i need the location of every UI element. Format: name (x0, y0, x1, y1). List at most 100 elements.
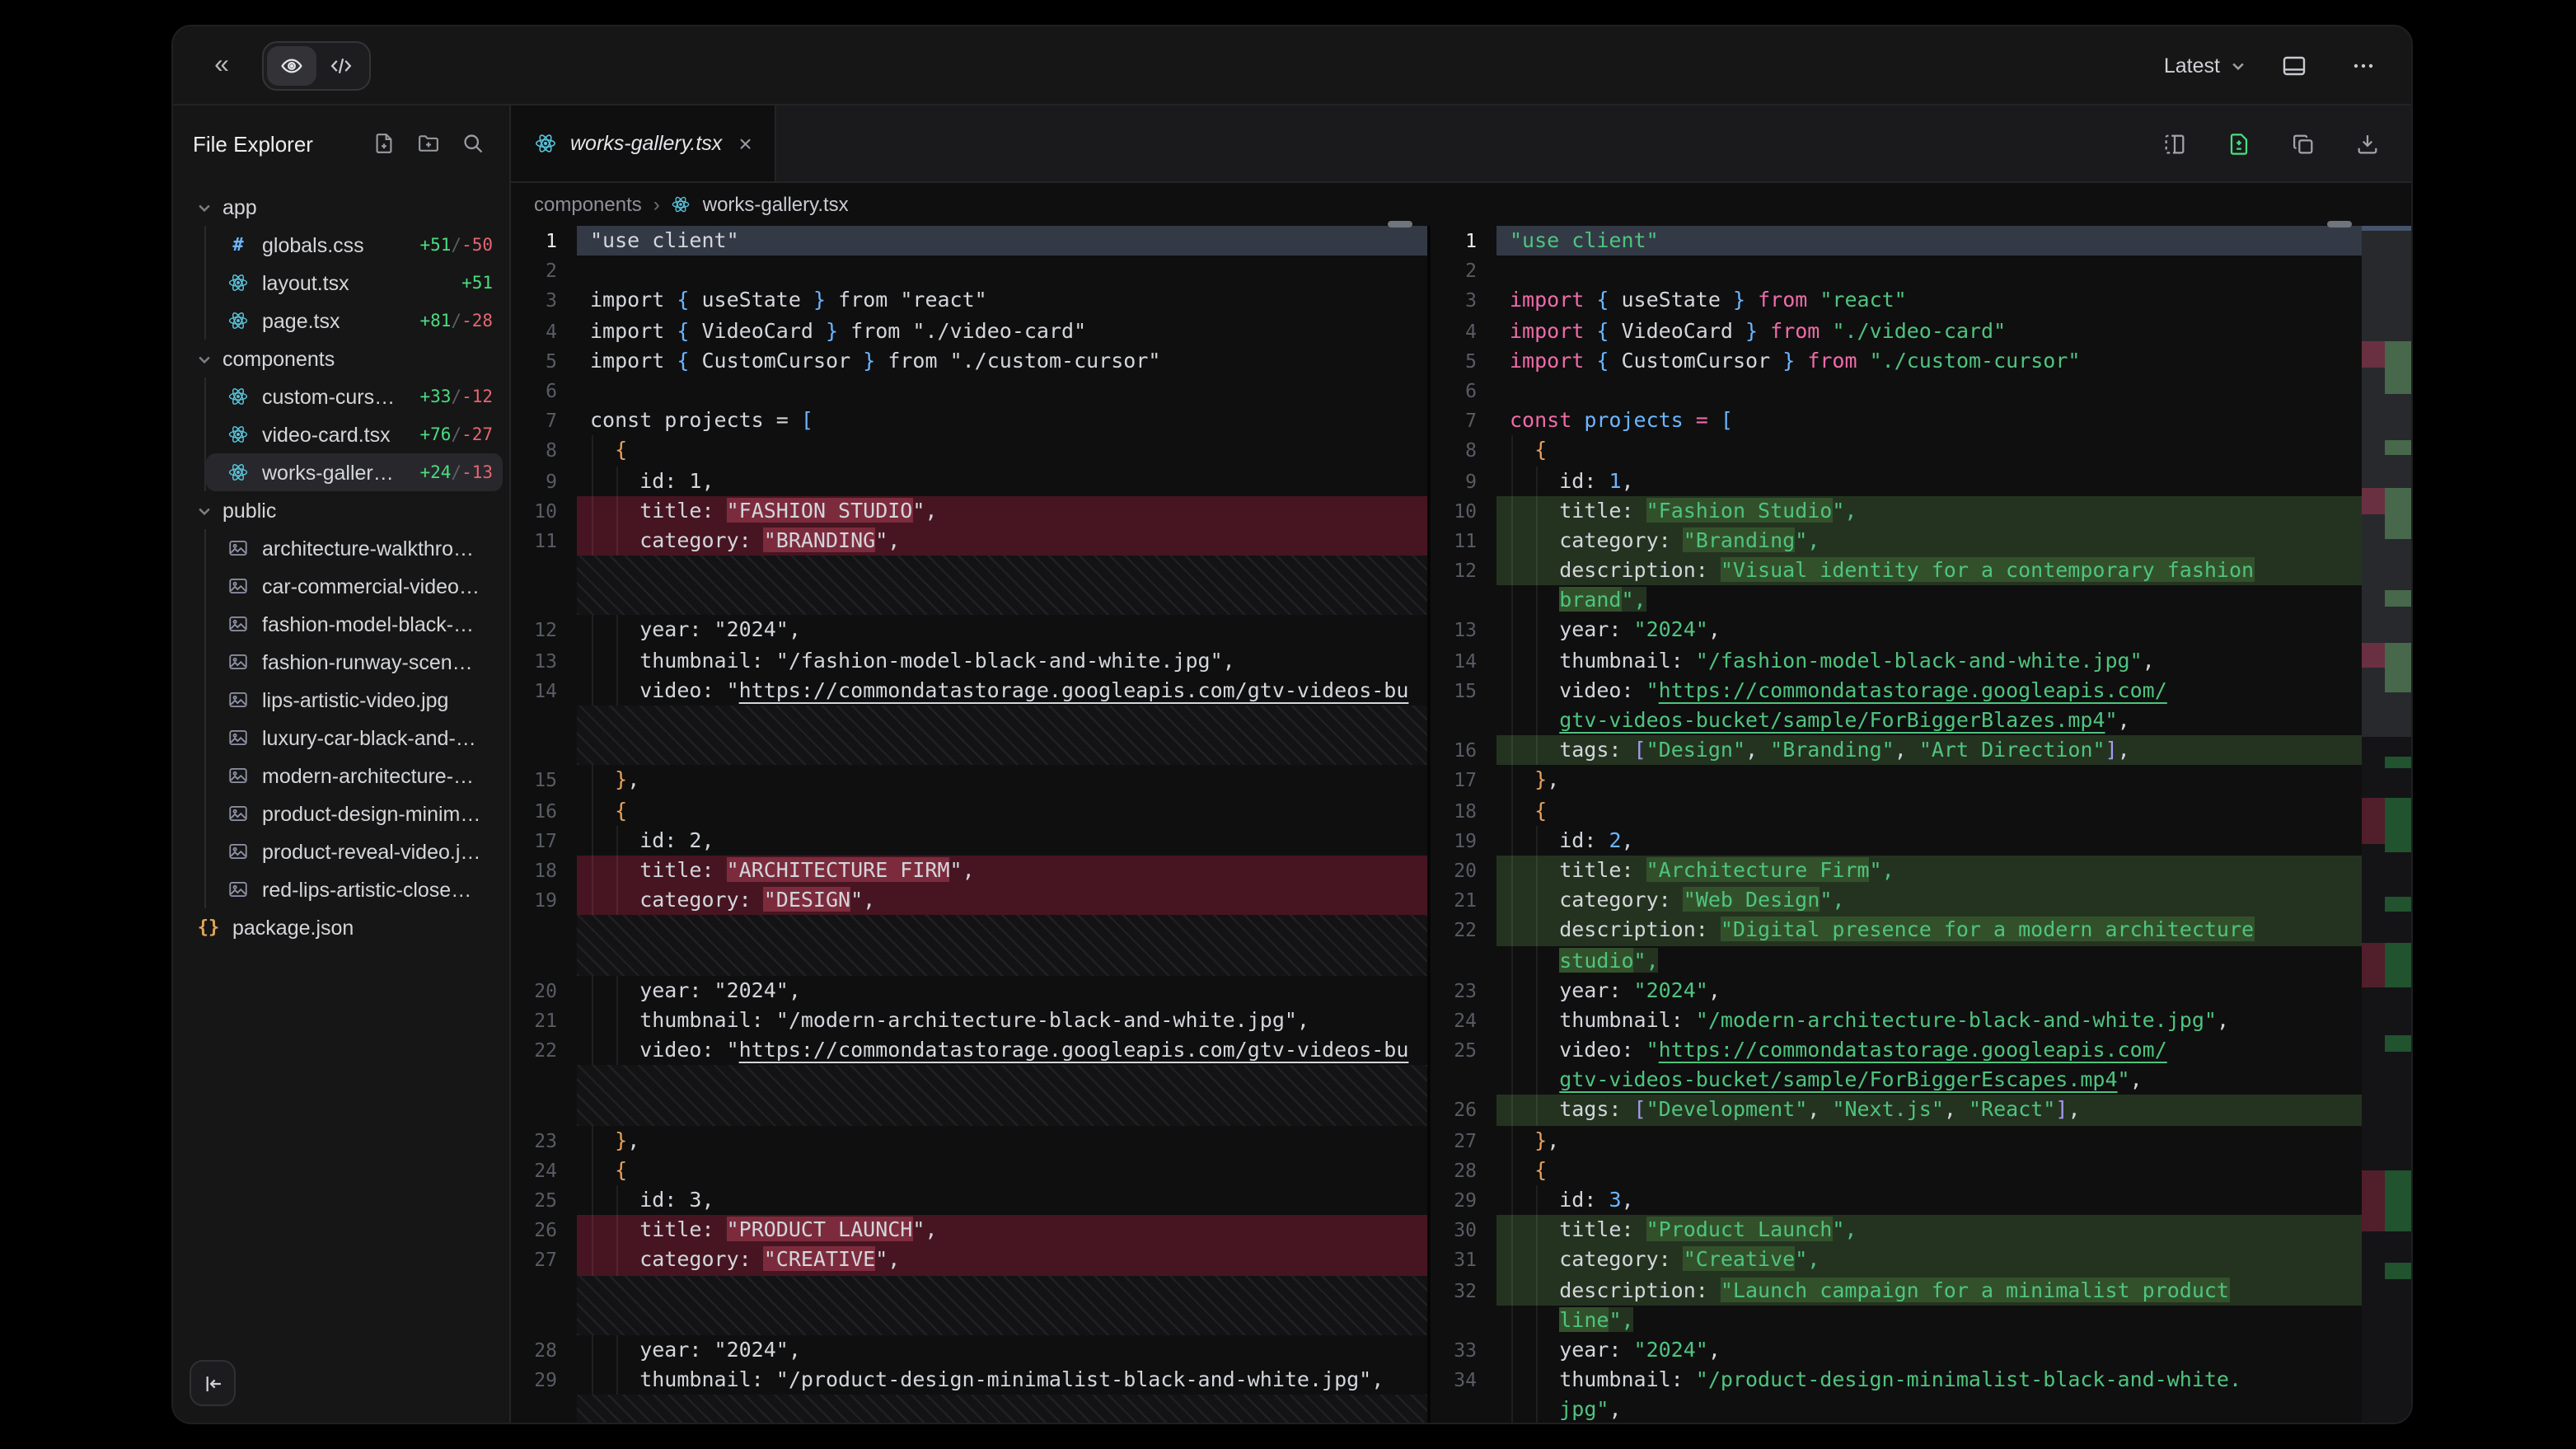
line-content: video: "https://commondatastorage.google… (577, 676, 1427, 706)
diff-pane-modified[interactable]: 1"use client"23import { useState } from … (1431, 226, 2362, 1423)
line-number: 14 (1431, 645, 1496, 675)
react-icon (672, 195, 691, 214)
sidebar-folder-public[interactable]: public (180, 491, 503, 529)
sidebar-folder-app[interactable]: app (180, 188, 503, 226)
code-line: 10 title: "FASHION STUDIO", (511, 495, 1427, 525)
code-line: 20 title: "Architecture Firm", (1431, 856, 2362, 885)
line-number: 27 (1431, 1125, 1496, 1155)
sidebar-folder-components[interactable]: components (180, 340, 503, 377)
line-content: }, (577, 1125, 1427, 1155)
line-content: title: "Fashion Studio", (1496, 495, 2362, 525)
line-content: }, (1496, 766, 2362, 795)
tab-label: works-gallery.tsx (570, 132, 722, 155)
sidebar-file-fashion-model-black-[interactable]: fashion-model-black-… (206, 605, 503, 643)
code-line: gtv-videos-bucket/sample/ForBiggerEscape… (1431, 1066, 2362, 1095)
line-content: import { useState } from "react" (577, 286, 1427, 316)
collapsed-unchanged-region (511, 556, 1427, 616)
line-number (511, 556, 577, 616)
sidebar-file-modern-architecture-[interactable]: modern-architecture-… (206, 757, 503, 795)
code-line: 10 title: "Fashion Studio", (1431, 495, 2362, 525)
line-content: import { CustomCursor } from "./custom-c… (577, 346, 1427, 376)
line-number: 5 (1431, 346, 1496, 376)
download-button[interactable] (2345, 122, 2388, 165)
version-selector[interactable]: Latest (2164, 54, 2246, 77)
line-content: import { useState } from "react" (1496, 286, 2362, 316)
right-pane-scroll-handle[interactable] (2327, 221, 2352, 227)
sidebar-file-works-galler-[interactable]: works-galler…+24/-13 (206, 453, 503, 491)
line-number (511, 1275, 577, 1335)
sidebar-file-lips-artistic-video.jpg[interactable]: lips-artistic-video.jpg (206, 681, 503, 719)
line-number: 26 (1431, 1095, 1496, 1125)
line-content: thumbnail: "/product-design-minimalist-b… (1496, 1365, 2362, 1395)
new-file-button[interactable] (368, 127, 400, 160)
sidebar-file-package.json[interactable]: {}package.json (180, 908, 503, 946)
line-number: 1 (1431, 226, 1496, 256)
code-line: 1"use client" (1431, 226, 2362, 256)
image-file-icon (226, 803, 251, 824)
diff-view: 1"use client"23import { useState } from … (511, 226, 2411, 1423)
line-content: const projects = [ (577, 406, 1427, 435)
ruler-addition-mark (2385, 1263, 2411, 1279)
tab-works-gallery[interactable]: works-gallery.tsx × (511, 106, 777, 181)
line-number: 29 (511, 1365, 577, 1395)
tab-close-icon[interactable]: × (738, 130, 752, 157)
sidebar-file-product-reveal-video.j-[interactable]: product-reveal-video.j… (206, 832, 503, 870)
line-content: description: "Digital presence for a mod… (1496, 916, 2362, 945)
breadcrumb-file[interactable]: works-gallery.tsx (703, 193, 849, 216)
copy-code-button[interactable] (2281, 122, 2324, 165)
view-mode-toggle (262, 40, 371, 90)
collapse-panel-button[interactable]: « (199, 44, 242, 87)
new-folder-button[interactable] (412, 127, 445, 160)
sidebar-file-custom-curs-[interactable]: custom-curs…+33/-12 (206, 377, 503, 415)
diff-pane-original[interactable]: 1"use client"23import { useState } from … (511, 226, 1431, 1423)
code-line: 8 { (1431, 436, 2362, 466)
image-file-icon (226, 689, 251, 710)
search-files-button[interactable] (457, 127, 489, 160)
sidebar-file-layout.tsx[interactable]: layout.tsx+51 (206, 264, 503, 302)
diff-view-button[interactable] (2217, 122, 2260, 165)
code-line: 7const projects = [ (1431, 406, 2362, 435)
code-line: 26 title: "PRODUCT LAUNCH", (511, 1216, 1427, 1245)
code-line: 22 video: "https://commondatastorage.goo… (511, 1035, 1427, 1065)
line-number: 1 (511, 226, 577, 256)
breadcrumb-folder[interactable]: components (534, 193, 642, 216)
line-content: title: "FASHION STUDIO", (577, 495, 1427, 525)
line-content: id: 3, (1496, 1185, 2362, 1215)
ruler-addition-mark (2385, 1170, 2411, 1231)
file-label: public (222, 499, 493, 522)
line-number (1431, 1395, 1496, 1423)
file-label: fashion-runway-scen… (262, 650, 493, 673)
left-pane-scroll-handle[interactable] (1388, 221, 1412, 227)
split-view-button[interactable] (2152, 122, 2195, 165)
sidebar-file-video-card.tsx[interactable]: video-card.tsx+76/-27 (206, 415, 503, 453)
ruler-addition-mark (2385, 798, 2411, 852)
file-label: components (222, 347, 493, 370)
preview-toggle-button[interactable] (267, 45, 316, 85)
line-content (577, 376, 1427, 406)
sidebar-file-architecture-walkthro-[interactable]: architecture-walkthro… (206, 529, 503, 567)
sidebar-file-car-commercial-video-[interactable]: car-commercial-video… (206, 567, 503, 605)
ruler-addition-mark (2385, 341, 2411, 394)
layout-panel-button[interactable] (2273, 44, 2316, 87)
code-line: 19 id: 2, (1431, 826, 2362, 856)
line-content: thumbnail: "/modern-architecture-black-a… (1496, 1006, 2362, 1035)
react-file-icon (226, 386, 251, 407)
sidebar-file-product-design-minim-[interactable]: product-design-minim… (206, 795, 503, 832)
sidebar-file-luxury-car-black-and-[interactable]: luxury-car-black-and-… (206, 719, 503, 757)
file-label: works-galler… (262, 461, 410, 484)
line-content: import { CustomCursor } from "./custom-c… (1496, 346, 2362, 376)
chevron-down-icon (196, 502, 213, 518)
collapse-sidebar-button[interactable] (190, 1360, 236, 1406)
more-options-button[interactable] (2342, 44, 2385, 87)
breadcrumb: components › works-gallery.tsx (511, 183, 2411, 226)
sidebar-file-globals.css[interactable]: #globals.css+51/-50 (206, 226, 503, 264)
line-content: thumbnail: "/fashion-model-black-and-whi… (1496, 645, 2362, 675)
code-toggle-button[interactable] (316, 45, 366, 85)
sidebar-file-red-lips-artistic-close-[interactable]: red-lips-artistic-close… (206, 870, 503, 908)
line-content: category: "Creative", (1496, 1245, 2362, 1275)
ruler-deletion-mark (2362, 643, 2385, 668)
sidebar-file-fashion-runway-scen-[interactable]: fashion-runway-scen… (206, 643, 503, 681)
sidebar-file-page.tsx[interactable]: page.tsx+81/-28 (206, 302, 503, 340)
line-content: category: "Branding", (1496, 526, 2362, 556)
diff-overview-ruler[interactable] (2362, 226, 2411, 1423)
